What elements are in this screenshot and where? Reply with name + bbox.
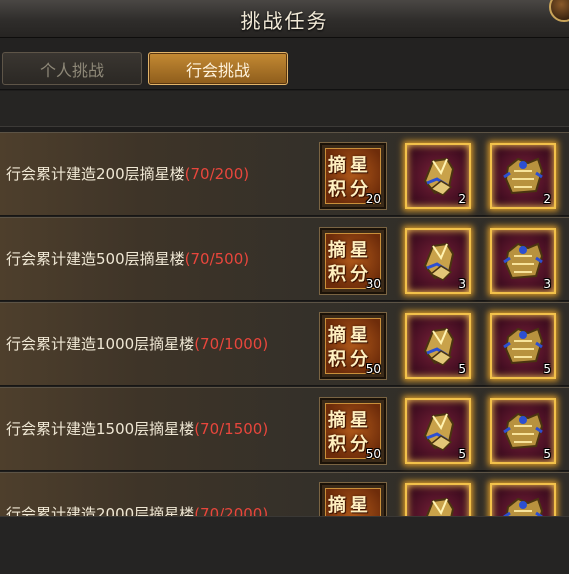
reward-slot-armor[interactable]: 2 [490,143,556,209]
task-row: 行会累计建造500层摘星楼(70/500) 摘星 积分 30 3 3 [0,217,569,301]
reward-count: 5 [543,362,551,376]
helmet-icon [423,242,455,281]
armor-icon [503,157,544,195]
task-list[interactable]: 行会累计建造200层摘星楼(70/200) 摘星 积分 20 2 2 行会累计建… [0,132,569,516]
reward-count: 3 [543,277,551,291]
tab-guild-challenge[interactable]: 行会挑战 [148,52,288,85]
reward-slot-armor[interactable]: 5 [490,313,556,379]
task-label: 行会累计建造200层摘星楼 [6,165,185,183]
reward-slot-helmet[interactable]: 2 [405,143,471,209]
bottom-panel [0,516,569,574]
task-description: 行会累计建造1500层摘星楼(70/1500) [6,418,268,439]
reward-slot-helmet[interactable]: 3 [405,228,471,294]
reward-count: 20 [365,192,381,206]
armor-icon [503,242,544,280]
reward-count: 2 [543,192,551,206]
armor-icon [503,327,544,365]
tab-bar: 个人挑战 行会挑战 [0,38,569,90]
reward-count: 50 [365,447,381,461]
reward-count: 5 [543,447,551,461]
task-row: 行会累计建造1000层摘星楼(70/1000) 摘星 积分 50 5 5 [0,302,569,386]
task-row: 行会累计建造1500层摘星楼(70/1500) 摘星 积分 50 5 5 [0,387,569,471]
reward-slot-armor[interactable] [490,483,556,516]
helmet-icon [423,327,455,366]
task-label: 行会累计建造1000层摘星楼 [6,335,195,353]
reward-slot-star-score[interactable]: 摘星 积分 20 [320,143,386,209]
reward-slot-star-score[interactable]: 摘星 积分 [320,483,386,516]
task-description: 行会累计建造500层摘星楼(70/500) [6,248,249,269]
reward-count: 3 [458,277,466,291]
score-token-line1: 摘星 [328,325,372,346]
score-token-line1: 摘星 [328,155,372,176]
title-bar: 挑战任务 [0,0,569,38]
task-label: 行会累计建造500层摘星楼 [6,250,185,268]
armor-icon [503,497,544,516]
score-token-line1: 摘星 [328,240,372,261]
score-token-line1: 摘星 [328,410,372,431]
reward-slot-helmet[interactable] [405,483,471,516]
armor-icon [503,412,544,450]
window-title: 挑战任务 [240,9,329,33]
reward-count: 30 [365,277,381,291]
task-progress: (70/2000) [194,505,269,516]
task-label: 行会累计建造2000层摘星楼 [6,505,195,516]
helmet-icon [425,497,455,516]
score-token-line1: 摘星 [328,495,372,516]
task-description: 行会累计建造2000层摘星楼(70/2000) [6,503,268,516]
reward-slot-armor[interactable]: 5 [490,398,556,464]
reward-count: 50 [365,362,381,376]
reward-slot-star-score[interactable]: 摘星 积分 50 [320,313,386,379]
task-progress: (70/1500) [194,420,269,438]
task-description: 行会累计建造1000层摘星楼(70/1000) [6,333,268,354]
reward-slot-star-score[interactable]: 摘星 积分 50 [320,398,386,464]
reward-count: 5 [458,447,466,461]
task-row: 行会累计建造2000层摘星楼(70/2000) 摘星 积分 [0,472,569,516]
helmet-icon [423,412,455,451]
reward-count: 5 [458,362,466,376]
task-description: 行会累计建造200层摘星楼(70/200) [6,163,249,184]
task-row: 行会累计建造200层摘星楼(70/200) 摘星 积分 20 2 2 [0,132,569,216]
reward-count: 2 [458,192,466,206]
sub-header-bar [0,91,569,127]
helmet-icon [423,157,455,196]
task-progress: (70/1000) [194,335,269,353]
task-label: 行会累计建造1500层摘星楼 [6,420,195,438]
reward-slot-star-score[interactable]: 摘星 积分 30 [320,228,386,294]
task-progress: (70/200) [184,165,250,183]
reward-slot-helmet[interactable]: 5 [405,313,471,379]
reward-slot-armor[interactable]: 3 [490,228,556,294]
task-progress: (70/500) [184,250,250,268]
reward-slot-helmet[interactable]: 5 [405,398,471,464]
tab-personal-challenge[interactable]: 个人挑战 [2,52,142,85]
